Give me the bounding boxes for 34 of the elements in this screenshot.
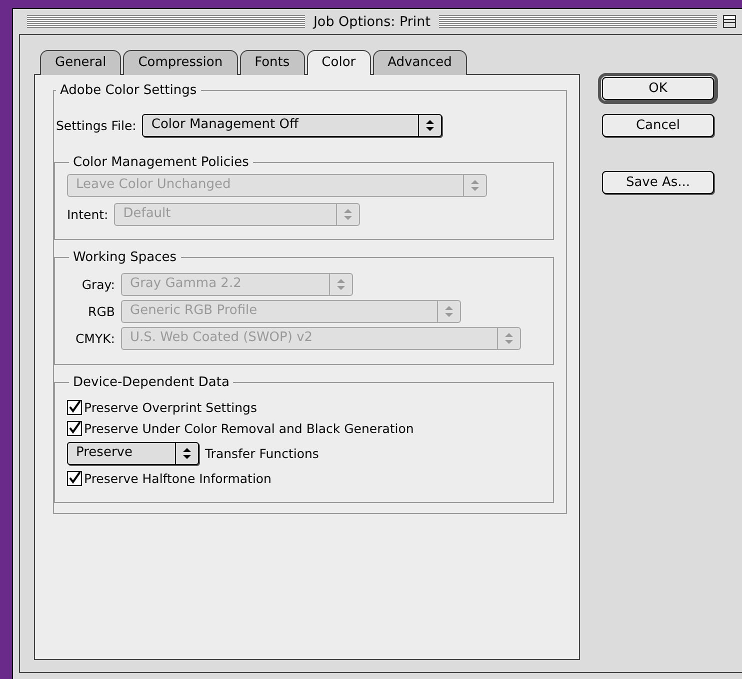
- dialog-button[interactable]: Cancel: [602, 114, 714, 137]
- updown-arrows-icon: [471, 180, 479, 191]
- group-title: Working Spaces: [72, 250, 178, 265]
- collapse-box-icon[interactable]: [723, 15, 736, 28]
- tab[interactable]: Compression: [123, 50, 238, 75]
- tab[interactable]: Color: [306, 50, 371, 75]
- dropdown[interactable]: Preserve: [67, 442, 199, 465]
- field-label: RGB: [87, 304, 115, 319]
- checkbox[interactable]: [67, 421, 82, 436]
- updown-arrows-icon: [344, 209, 352, 220]
- updown-arrows-icon: [445, 306, 453, 317]
- tab[interactable]: Advanced: [372, 50, 467, 75]
- field-label: CMYK:: [74, 331, 115, 346]
- updown-arrows-icon: [183, 448, 191, 459]
- checkbox[interactable]: [67, 400, 82, 415]
- checkbox[interactable]: [67, 471, 82, 486]
- tab[interactable]: General: [40, 50, 122, 75]
- checkbox-label[interactable]: Preserve Halftone Information: [84, 471, 272, 486]
- checkbox-label[interactable]: Preserve Under Color Removal and Black Generation: [84, 421, 414, 436]
- group-title: Adobe Color Settings: [59, 83, 198, 98]
- field-label: Intent:: [67, 207, 108, 222]
- dialog-button[interactable]: Save As...: [602, 171, 714, 194]
- dropdown-caption: Transfer Functions: [205, 446, 319, 461]
- field-label: Settings File:: [56, 118, 136, 133]
- tab[interactable]: Fonts: [240, 50, 305, 75]
- field-label: Gray:: [80, 277, 115, 292]
- updown-arrows-icon: [426, 120, 434, 131]
- window-title: Job Options: Print: [312, 14, 432, 30]
- updown-arrows-icon: [337, 279, 345, 290]
- group-title: Device-Dependent Data: [72, 375, 230, 390]
- checkbox-label[interactable]: Preserve Overprint Settings: [84, 400, 257, 415]
- dropdown[interactable]: Color Management Off: [142, 114, 442, 137]
- updown-arrows-icon: [505, 333, 513, 344]
- group-title: Color Management Policies: [72, 155, 250, 170]
